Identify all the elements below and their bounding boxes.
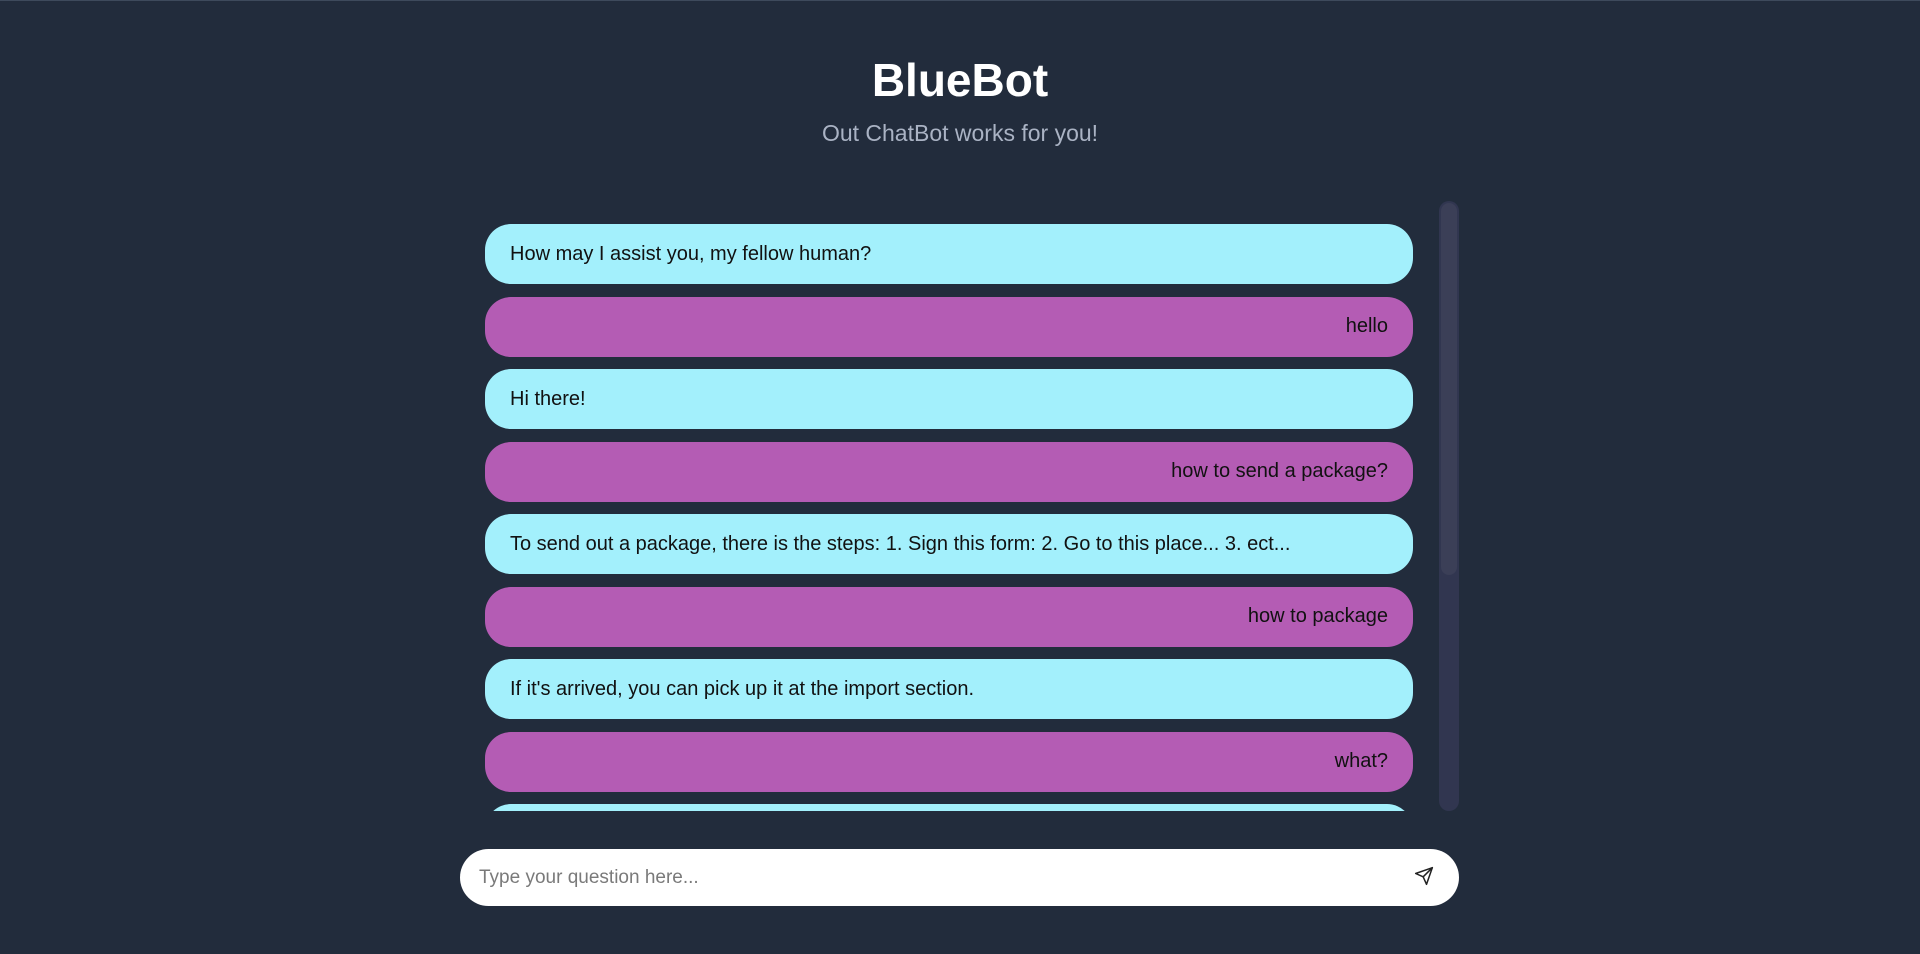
user-message: how to package xyxy=(485,586,1413,647)
send-icon xyxy=(1414,866,1434,889)
bot-message: How may I assist you, my fellow human? xyxy=(485,224,1413,284)
page-subtitle: Out ChatBot works for you! xyxy=(821,120,1099,146)
question-input-bar xyxy=(460,849,1459,906)
message-text: How may I assist you, my fellow human? xyxy=(510,242,872,265)
message-text: what? xyxy=(1334,750,1388,772)
question-input[interactable] xyxy=(477,865,1407,890)
user-message: hello xyxy=(485,296,1413,357)
bot-message: If it's arrived, you can pick up it at t… xyxy=(485,659,1413,719)
message-text: how to package xyxy=(1247,605,1388,627)
message-text: Hi there! xyxy=(510,387,586,410)
message-text: To send out a package, there is the step… xyxy=(510,532,1291,555)
chat-scrollbar[interactable] xyxy=(1439,201,1459,811)
message-text: If it's arrived, you can pick up it at t… xyxy=(510,677,975,700)
send-button[interactable] xyxy=(1407,861,1441,895)
message-list: How may I assist you, my fellow human? h… xyxy=(485,201,1413,811)
message-text: how to send a package? xyxy=(1171,460,1388,482)
bot-message: Hi there! xyxy=(485,369,1413,429)
bot-message: To send out a package, there is the step… xyxy=(485,514,1413,574)
page-title: BlueBot xyxy=(871,54,1049,106)
header: BlueBot Out ChatBot works for you! xyxy=(0,53,1920,147)
chat-window[interactable]: How may I assist you, my fellow human? h… xyxy=(485,201,1413,811)
bot-message xyxy=(485,804,1413,811)
message-text: hello xyxy=(1345,315,1388,337)
user-message: how to send a package? xyxy=(485,441,1413,502)
scrollbar-thumb[interactable] xyxy=(1441,203,1457,575)
user-message: what? xyxy=(485,731,1413,792)
